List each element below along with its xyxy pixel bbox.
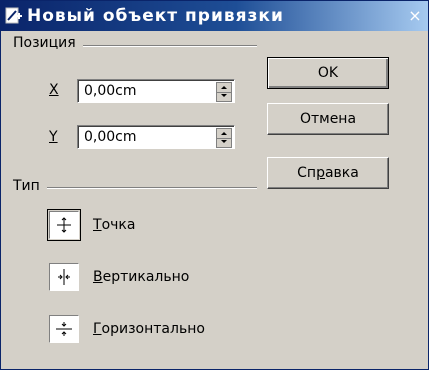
position-group-divider	[83, 45, 257, 47]
horizontal-snap-option[interactable]	[49, 315, 79, 343]
point-snap-icon	[57, 217, 71, 233]
x-position-value: 0,00cm	[84, 83, 137, 99]
type-group-divider	[47, 187, 257, 189]
x-label: X	[49, 82, 59, 98]
arrow-down-icon	[221, 140, 227, 143]
title-bar[interactable]: Новый объект привязки ×	[1, 1, 428, 31]
type-group-label: Тип	[13, 178, 44, 194]
ok-button[interactable]: OK	[267, 57, 389, 89]
vertical-snap-icon	[58, 269, 70, 285]
horizontal-snap-label[interactable]: Горизонтально	[93, 321, 205, 337]
help-button[interactable]: Справка	[267, 157, 389, 189]
point-snap-label[interactable]: Точка	[93, 217, 135, 233]
y-spin-down-button[interactable]	[217, 138, 231, 147]
vertical-snap-option[interactable]	[49, 263, 79, 291]
y-label: Y	[49, 129, 58, 145]
help-button-text-start: Сп	[297, 165, 317, 181]
horizontal-snap-text: оризонтально	[101, 321, 205, 337]
x-spin-down-button[interactable]	[217, 92, 231, 101]
cancel-button[interactable]: Отмена	[267, 103, 389, 135]
horizontal-snap-mnemonic: Г	[93, 321, 102, 337]
help-button-mnemonic: р	[316, 165, 325, 181]
app-icon	[5, 7, 22, 24]
arrow-up-icon	[221, 132, 227, 135]
y-position-value: 0,00cm	[84, 129, 137, 145]
arrow-down-icon	[221, 94, 227, 97]
x-position-spinner[interactable]	[216, 82, 232, 102]
arrow-up-icon	[221, 86, 227, 89]
dialog-title: Новый объект привязки	[27, 6, 284, 26]
y-position-field[interactable]: 0,00cm	[77, 125, 235, 149]
point-snap-option[interactable]	[47, 209, 81, 241]
point-snap-mnemonic: Т	[93, 217, 102, 233]
help-button-text-end: авка	[324, 165, 359, 181]
y-position-spinner[interactable]	[216, 128, 232, 148]
vertical-snap-label[interactable]: Вертикально	[93, 269, 189, 285]
position-group-label: Позиция	[13, 35, 80, 51]
dialog-body: Позиция X 0,00cm Y 0,00cm Тип Точка Верт…	[1, 31, 428, 369]
close-button[interactable]: ×	[406, 7, 424, 25]
close-icon: ×	[408, 6, 422, 25]
horizontal-snap-icon	[56, 322, 72, 336]
snap-object-dialog: Новый объект привязки × Позиция X 0,00cm…	[0, 0, 429, 370]
x-position-field[interactable]: 0,00cm	[77, 79, 235, 103]
vertical-snap-text: ертикально	[102, 269, 190, 285]
vertical-snap-mnemonic: В	[93, 269, 103, 285]
point-snap-text: очка	[101, 217, 136, 233]
